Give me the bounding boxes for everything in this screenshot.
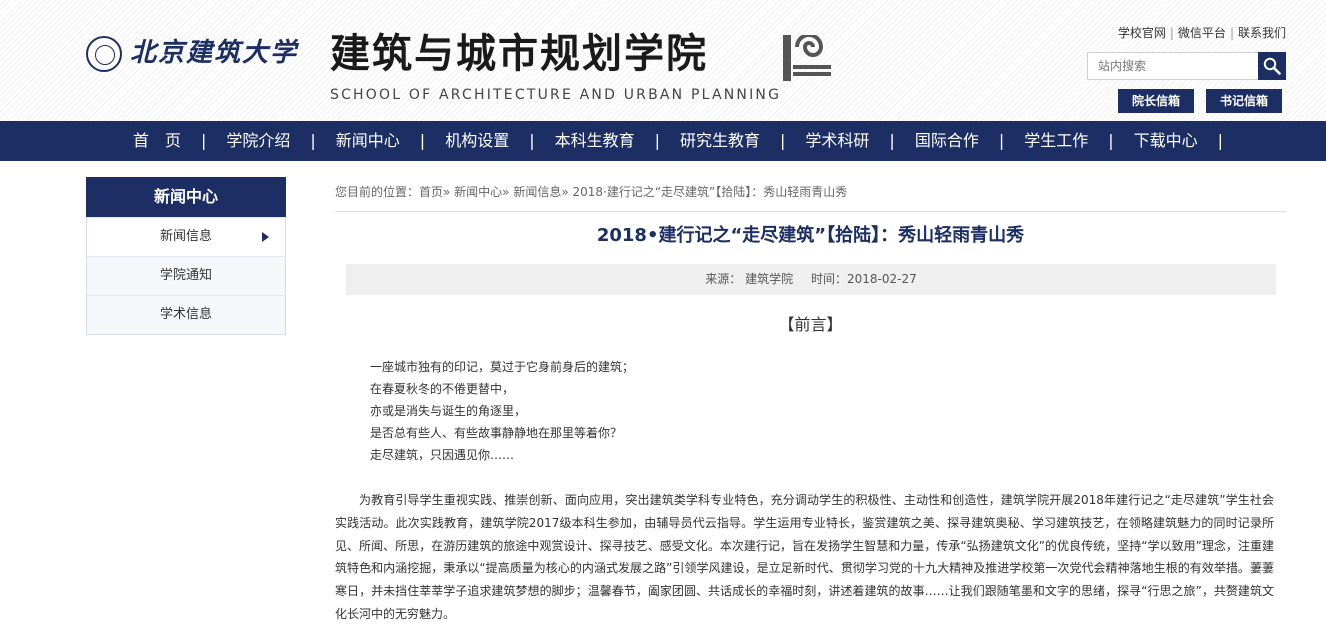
nav-item-undergraduate[interactable]: 本科生教育 | [535,121,660,161]
nav-label: 国际合作 [914,131,979,150]
search-icon [1263,57,1281,75]
nav-label: 学术科研 [805,131,870,150]
sidebar-item-academic-info[interactable]: 学术信息 [87,295,285,334]
sidebar-item-notices[interactable]: 学院通知 [87,256,285,295]
link-divider: | [1169,26,1174,40]
preface-heading: 【前言】 [778,315,843,334]
nav-item-home[interactable]: 首 页 | [113,121,206,161]
time-label: 时间： [810,272,847,286]
nav-item-international[interactable]: 国际合作 | [895,121,1004,161]
dean-mailbox-button[interactable]: 院长信箱 [1118,89,1195,113]
sidebar-list: 新闻信息 学院通知 学术信息 [86,217,286,335]
main-nav: 首 页 | 学院介绍 | 新闻中心 | 机构设置 | 本科生教育 | 研究生教育 | 学术科… [0,121,1326,161]
nav-item-about[interactable]: 学院介绍 | [206,121,315,161]
nav-label: 下载中心 [1133,131,1198,150]
nav-label: 研究生教育 [680,131,761,150]
nav-item-news[interactable]: 新闻中心 | [316,121,425,161]
source-value: 建筑学院 [745,272,794,286]
arrow-right-icon [262,232,269,242]
poem: 一座城市独有的印记，莫过于它身前身后的建筑； 在春夏秋冬的不倦更替中， 亦或是消… [335,356,1286,466]
sidebar-item-label: 新闻信息 [159,229,212,244]
university-seal-logo[interactable] [86,36,122,72]
main-content: 您目前的位置：首页» 新闻中心» 新闻信息» 2018·建行记之“走尽建筑”【拾… [335,177,1286,626]
link-contact[interactable]: 联系我们 [1238,26,1286,40]
search-button[interactable] [1258,52,1286,80]
nav-label: 学院介绍 [226,131,291,150]
sidebar-title: 新闻中心 [86,177,286,217]
sidebar-item-news-info[interactable]: 新闻信息 [87,217,285,256]
mailbox-buttons: 院长信箱 书记信箱 [1118,89,1283,113]
link-divider: | [1229,26,1234,40]
nav-item-student-affairs[interactable]: 学生工作 | [1004,121,1113,161]
poem-line: 一座城市独有的印记，莫过于它身前身后的建筑； [370,360,635,374]
poem-line: 走尽建筑，只因遇见你…… [370,448,515,462]
article-title: 2018•建行记之“走尽建筑”【拾陆】：秀山轻雨青山秀 [596,225,1025,246]
link-wechat[interactable]: 微信平台 [1178,26,1226,40]
sidebar: 新闻中心 新闻信息 学院通知 学术信息 [86,177,286,335]
nav-item-downloads[interactable]: 下载中心 | [1114,121,1223,161]
poem-line: 亦或是消失与诞生的角逐里， [370,404,527,418]
nav-item-graduate[interactable]: 研究生教育 | [660,121,785,161]
nav-label: 本科生教育 [554,131,635,150]
breadcrumb-path[interactable]: 首页» 新闻中心» 新闻信息» 2018·建行记之“走尽建筑”【拾陆】：秀山轻雨… [419,185,847,199]
divider [335,211,1286,212]
nav-label: 机构设置 [445,131,510,150]
university-name-logo[interactable]: 北京建筑大学 [130,32,298,69]
top-links: 学校官网 | 微信平台 | 联系我们 [1118,24,1286,41]
sidebar-item-label: 学术信息 [159,307,212,322]
nav-item-research[interactable]: 学术科研 | [785,121,894,161]
school-emblem-icon [783,35,831,81]
school-name-en: SCHOOL OF ARCHITECTURE AND URBAN PLANNIN… [330,87,782,103]
poem-line: 是否总有些人、有些故事静静地在那里等着你？ [370,426,623,440]
search-input[interactable] [1088,53,1278,79]
article-paragraph: 为教育引导学生重视实践、推崇创新、面向应用，突出建筑类学科专业特色，充分调动学生… [335,493,1274,621]
search-box [1087,52,1286,80]
article-meta: 来源： 建筑学院 时间：2018-02-27 [346,264,1276,295]
breadcrumb: 您目前的位置：首页» 新闻中心» 新闻信息» 2018·建行记之“走尽建筑”【拾… [335,177,1286,205]
time-value: 2018-02-27 [846,272,917,286]
site-header: 北京建筑大学 建筑与城市规划学院 SCHOOL OF ARCHITECTURE … [0,0,1326,121]
sidebar-item-label: 学院通知 [159,268,212,283]
nav-item-organization[interactable]: 机构设置 | [425,121,534,161]
poem-line: 在春夏秋冬的不倦更替中， [370,382,515,396]
secretary-mailbox-button[interactable]: 书记信箱 [1206,89,1283,113]
nav-divider: | [1217,131,1224,150]
source-label: 来源： [705,272,742,286]
breadcrumb-prefix: 您目前的位置： [335,185,420,199]
link-school-site[interactable]: 学校官网 [1118,26,1166,40]
nav-label: 新闻中心 [335,131,400,150]
nav-label: 首 页 [132,131,181,150]
nav-label: 学生工作 [1024,131,1089,150]
school-name-cn: 建筑与城市规划学院 [330,31,708,77]
